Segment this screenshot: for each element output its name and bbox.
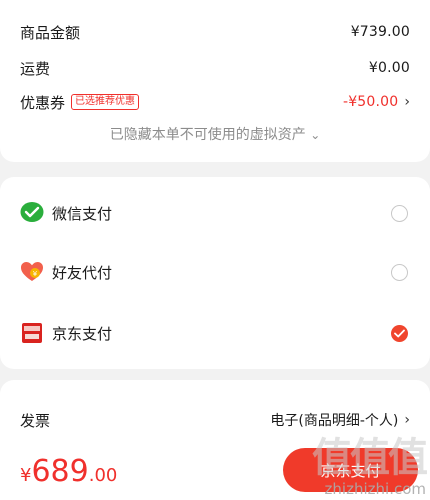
wechat-pay-icon	[20, 201, 44, 225]
chevron-right-icon: ›	[404, 412, 410, 428]
radio-checked[interactable]	[391, 324, 408, 342]
svg-text:¥: ¥	[33, 270, 38, 278]
total-currency: ¥	[20, 465, 32, 486]
goods-amount-value: ¥739.00	[350, 24, 410, 40]
pay-button-label: 京东支付	[320, 461, 381, 480]
coupon-label: 优惠券	[20, 93, 66, 112]
hidden-assets-toggle[interactable]: 已隐藏本单不可使用的虚拟资产 ⌄	[0, 124, 430, 144]
coupon-right[interactable]: -¥50.00 ›	[343, 94, 410, 110]
coupon-left: 优惠券 已选推荐优惠	[20, 92, 140, 113]
order-summary-card: 商品金额 ¥739.00 运费 ¥0.00 优惠券 已选推荐优惠 -¥50.00…	[0, 0, 430, 162]
goods-amount-row: 商品金额 ¥739.00	[20, 18, 410, 46]
hidden-assets-text: 已隐藏本单不可使用的虚拟资产	[109, 127, 306, 143]
total-price: ¥ 689 .00	[20, 454, 117, 489]
radio-unchecked[interactable]	[391, 204, 408, 222]
invoice-right[interactable]: 电子(商品明细-个人) ›	[270, 410, 410, 430]
payment-option-label: 微信支付	[52, 204, 113, 223]
pay-button[interactable]: 京东支付	[283, 448, 418, 492]
goods-amount-label: 商品金额	[20, 23, 81, 42]
invoice-label: 发票	[20, 411, 51, 430]
radio-unchecked[interactable]	[391, 263, 408, 281]
payment-option-left: 京东支付	[20, 321, 112, 345]
coupon-recommend-tag: 已选推荐优惠	[71, 94, 140, 110]
payment-option-label: 京东支付	[52, 324, 113, 343]
payment-option-jd[interactable]: 京东支付	[20, 315, 408, 351]
payment-option-label: 好友代付	[52, 263, 113, 282]
shipping-value: ¥0.00	[368, 60, 410, 76]
payment-option-left: ¥ 好友代付	[20, 260, 112, 284]
total-integer: 689	[31, 454, 89, 489]
jd-pay-icon	[20, 321, 44, 345]
payment-option-left: 微信支付	[20, 201, 112, 225]
total-decimal: .00	[88, 465, 118, 486]
coupon-value: -¥50.00	[342, 94, 399, 110]
payment-option-friend[interactable]: ¥ 好友代付	[20, 254, 408, 290]
chevron-right-icon: ›	[404, 94, 410, 110]
chevron-down-icon: ⌄	[310, 128, 321, 142]
check-icon	[394, 329, 405, 337]
coupon-row[interactable]: 优惠券 已选推荐优惠 -¥50.00 ›	[20, 88, 410, 116]
invoice-row[interactable]: 发票 电子(商品明细-个人) ›	[20, 406, 410, 434]
payment-option-wechat[interactable]: 微信支付	[20, 195, 408, 231]
payment-methods-card: 微信支付 ¥ 好友代付 京东支付	[0, 177, 430, 369]
checkout-bar: 发票 电子(商品明细-个人) › ¥ 689 .00 京东支付	[0, 380, 430, 500]
invoice-value: 电子(商品明细-个人)	[270, 413, 399, 429]
shipping-label: 运费	[20, 59, 51, 78]
shipping-row: 运费 ¥0.00	[20, 54, 410, 82]
friend-pay-icon: ¥	[20, 260, 44, 284]
